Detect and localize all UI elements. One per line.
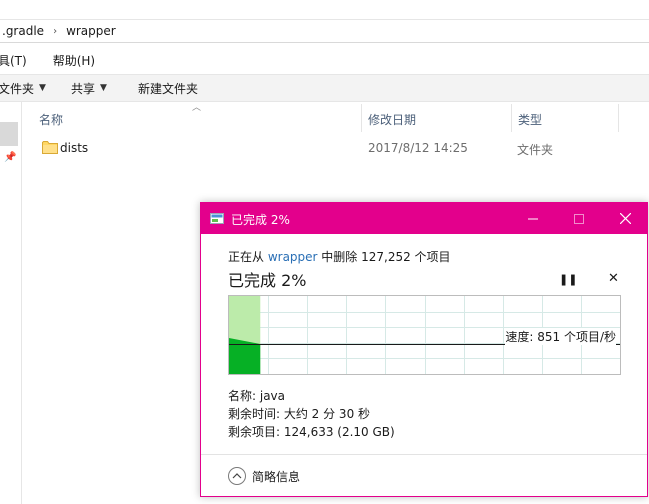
items-remaining: 剩余项目: 124,633 (2.10 GB) (228, 425, 395, 439)
column-modified[interactable]: 修改日期 (368, 111, 416, 128)
nav-selected-item[interactable] (0, 122, 18, 146)
organize-folder-button[interactable]: 文件夹 ▼ (0, 80, 46, 97)
pin-icon: 📌 (4, 152, 17, 163)
toolbar-label: 新建文件夹 (138, 81, 199, 96)
sort-ascending-icon: ︿ (192, 103, 202, 113)
list-item[interactable]: dists 2017/8/12 14:25 文件夹 (36, 138, 596, 160)
details-block: 名称: java 剩余时间: 大约 2 分 30 秒 剩余项目: 124,633… (228, 387, 395, 441)
column-name[interactable]: 名称 (39, 111, 63, 128)
new-folder-button[interactable]: 新建文件夹 (138, 80, 198, 97)
menu-tools[interactable]: 具(T) (0, 52, 27, 69)
divider (201, 454, 647, 455)
column-divider[interactable] (511, 104, 512, 132)
share-button[interactable]: 共享 ▼ (71, 80, 107, 97)
close-button[interactable] (602, 203, 648, 234)
chevron-up-icon (228, 467, 246, 485)
chevron-down-icon: ▼ (100, 83, 107, 93)
file-name: dists (60, 141, 89, 155)
menu-help[interactable]: 帮助(H) (53, 52, 95, 69)
status-suffix: 中删除 127,252 个项目 (317, 250, 451, 264)
folder-icon (42, 141, 58, 154)
toolbar-label: 文件夹 (0, 81, 35, 96)
breadcrumb-chevron-icon[interactable]: › (53, 26, 57, 37)
file-modified: 2017/8/12 14:25 (368, 141, 468, 155)
chevron-down-icon: ▼ (39, 83, 46, 93)
close-icon (619, 213, 631, 224)
operation-status: 正在从 wrapper 中删除 127,252 个项目 (228, 248, 451, 265)
menu-bar: 具(T) 帮助(H) (0, 50, 649, 70)
minimize-icon (528, 218, 538, 219)
breadcrumb-wrapper[interactable]: wrapper (66, 24, 116, 38)
stop-button[interactable]: ✕ (608, 271, 619, 286)
time-remaining: 剩余时间: 大约 2 分 30 秒 (228, 407, 371, 421)
progress-dialog-icon (210, 213, 224, 224)
current-item-name: 名称: java (228, 389, 286, 403)
fewer-details-label: 简略信息 (252, 469, 301, 484)
pause-icon[interactable]: ❚❚ (559, 273, 577, 286)
speed-area (229, 338, 261, 374)
title-strip (0, 0, 649, 20)
command-bar: 文件夹 ▼ 共享 ▼ 新建文件夹 (0, 74, 649, 102)
minimize-button[interactable] (510, 203, 556, 234)
column-header: ︿ 名称 修改日期 类型 (22, 103, 649, 132)
column-divider[interactable] (361, 104, 362, 132)
navigation-pane[interactable]: 📌 (0, 102, 22, 504)
percent-complete: 已完成 2% (228, 271, 307, 290)
breadcrumb-gradle[interactable]: .gradle (2, 24, 44, 38)
delete-progress-dialog: 已完成 2% 正在从 wrapper 中删除 127,252 个项目 已完成 2… (200, 202, 648, 497)
file-type: 文件夹 (517, 143, 554, 157)
dialog-titlebar[interactable]: 已完成 2% (201, 203, 647, 234)
address-bar[interactable]: .gradle › wrapper (0, 20, 649, 43)
dialog-title: 已完成 2% (231, 213, 290, 227)
status-prefix: 正在从 (228, 250, 268, 264)
toolbar-label: 共享 (71, 81, 96, 96)
maximize-icon (574, 213, 584, 224)
fewer-details-button[interactable]: 简略信息 (228, 467, 300, 485)
progress-graph: 速度: 851 个项目/秒 (228, 295, 621, 375)
speed-label: 速度: 851 个项目/秒 (505, 328, 616, 345)
maximize-button[interactable] (556, 203, 602, 234)
source-folder-link[interactable]: wrapper (268, 250, 318, 264)
column-type[interactable]: 类型 (518, 111, 542, 128)
column-divider[interactable] (618, 104, 619, 132)
